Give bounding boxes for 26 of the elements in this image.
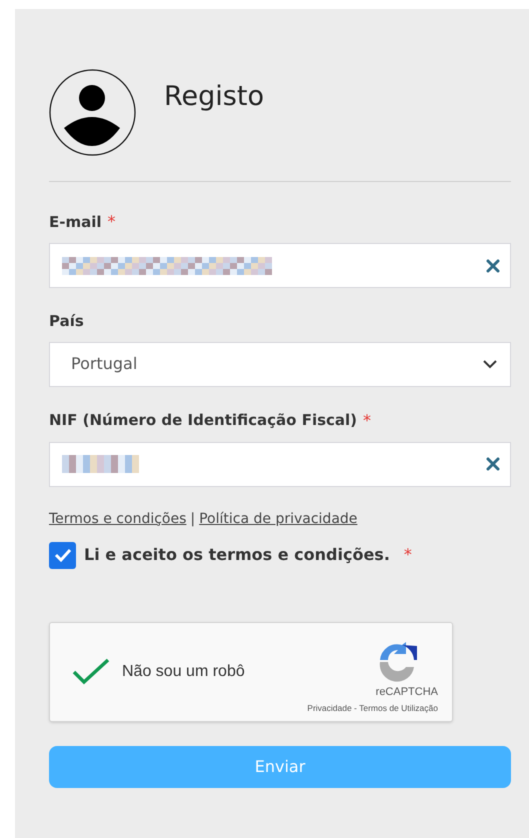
user-avatar-icon xyxy=(49,69,136,156)
country-select[interactable]: Portugal xyxy=(49,342,511,386)
link-separator: | xyxy=(190,510,196,528)
captcha-brand: reCAPTCHA xyxy=(376,685,438,700)
check-icon xyxy=(54,547,72,563)
consent-label: Li e aceito os termos e condições. xyxy=(84,544,390,566)
page-title: Registo xyxy=(164,80,264,114)
privacy-link[interactable]: Política de privacidade xyxy=(199,508,358,530)
field-label: NIF (Número de Identificação Fiscal) xyxy=(49,410,358,432)
required-asterisk: * xyxy=(108,211,116,233)
field-label: E-mail xyxy=(49,212,102,233)
captcha-footer: Privacidade - Termos de Utilização xyxy=(307,702,438,715)
terms-link[interactable]: Termos e condições xyxy=(49,508,186,530)
captcha-label: Não sou um robô xyxy=(122,662,245,682)
text-input-field[interactable] xyxy=(49,243,511,288)
required-asterisk: * xyxy=(404,544,412,566)
select-value: Portugal xyxy=(71,353,138,375)
clear-icon[interactable] xyxy=(486,457,500,471)
check-icon xyxy=(72,658,110,686)
text-input-field[interactable] xyxy=(49,442,511,486)
clear-icon[interactable] xyxy=(486,258,500,272)
captcha-checkbox[interactable] xyxy=(72,656,110,686)
field-label: País xyxy=(49,311,84,332)
required-asterisk: * xyxy=(363,410,372,432)
chevron-down-icon xyxy=(482,359,498,369)
consent-checkbox[interactable] xyxy=(49,542,76,568)
